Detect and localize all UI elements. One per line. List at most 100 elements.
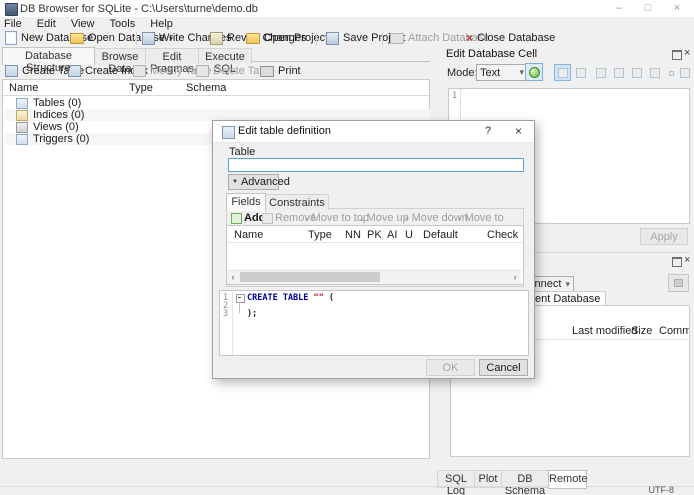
encoding-status[interactable]: UTF-8	[649, 485, 675, 495]
scrollbar-thumb[interactable]	[240, 272, 380, 282]
tab-fields[interactable]: Fields	[226, 193, 266, 211]
cell-tool-print-icon[interactable]	[676, 64, 693, 81]
dialog-help-button[interactable]: ?	[485, 125, 491, 137]
col-type[interactable]: Type	[308, 229, 332, 241]
tree-col-name[interactable]: Name	[9, 82, 38, 94]
tab-execute-sql[interactable]: Execute SQL	[198, 48, 252, 75]
move-up-button: ▴ Move up	[360, 212, 409, 224]
mode-dropdown-icon: ▾	[519, 67, 524, 77]
tree-item-tables[interactable]: Tables (0)	[6, 97, 430, 109]
tab-remote[interactable]: Remote	[548, 470, 588, 489]
tree-item-label: Triggers (0)	[33, 133, 90, 145]
modify-table-icon	[133, 65, 146, 77]
add-field-button[interactable]: Add	[231, 212, 265, 224]
mode-value: Text	[480, 66, 501, 79]
app-icon	[5, 3, 18, 16]
cell-panel-close-icon[interactable]: ×	[684, 47, 690, 59]
col-pk[interactable]: PK	[367, 229, 382, 241]
edit-table-dialog: Edit table definition ? × Table ▼ Advanc…	[212, 120, 535, 379]
print-icon	[260, 65, 274, 77]
tree-item-label: Tables (0)	[33, 97, 82, 109]
sql-preview: 1 2 3 CREATE TABLE "" ( );	[219, 290, 529, 356]
cell-tool-export-icon[interactable]	[610, 64, 627, 81]
status-bar: UTF-8	[0, 485, 694, 495]
window-title: DB Browser for SQLite - C:\Users\turne\d…	[20, 3, 258, 15]
cell-tool-fullscreen-icon[interactable]	[646, 64, 663, 81]
remote-panel-close-icon[interactable]: ×	[684, 254, 690, 266]
menu-view[interactable]: View	[65, 17, 101, 31]
print-button[interactable]: Print	[260, 63, 301, 79]
tree-header: Name Type Schema	[3, 80, 429, 96]
sql-string: ""	[313, 293, 324, 303]
indices-icon	[16, 109, 28, 121]
table-name-label: Table	[229, 146, 256, 158]
clone-database-button	[668, 274, 689, 292]
remote-col-last-modified[interactable]: Last modified	[572, 325, 637, 337]
cell-tool-save-icon[interactable]	[628, 64, 645, 81]
table-name-input[interactable]	[228, 158, 524, 172]
add-icon	[231, 212, 242, 224]
sql-keyword: CREATE TABLE	[247, 293, 309, 303]
cell-panel-float-icon[interactable]	[672, 50, 682, 60]
scroll-right-icon[interactable]: ›	[509, 271, 521, 283]
tree-item-label: Views (0)	[33, 121, 79, 133]
scroll-left-icon[interactable]: ‹	[227, 271, 239, 283]
move-up-label: Move up	[366, 212, 409, 224]
tab-edit-pragmas[interactable]: Edit Pragmas	[145, 48, 199, 75]
mode-label: Mode:	[447, 67, 478, 79]
cell-tool-import-icon[interactable]	[592, 64, 609, 81]
advanced-button[interactable]: ▼ Advanced	[228, 174, 290, 190]
col-check[interactable]: Check	[487, 229, 518, 241]
remote-col-commit[interactable]: Commit	[659, 325, 689, 337]
mode-select[interactable]: Text ▾	[476, 64, 528, 81]
dialog-title-bar[interactable]: Edit table definition ? ×	[213, 121, 534, 143]
col-u[interactable]: U	[405, 229, 413, 241]
apply-button: Apply	[640, 228, 688, 245]
menu-file[interactable]: File	[0, 17, 28, 31]
sphere-icon	[529, 67, 540, 78]
close-button[interactable]: ×	[664, 2, 690, 14]
tab-database-structure[interactable]: Database Structure	[2, 47, 95, 74]
delete-table-icon	[196, 65, 209, 77]
remote-panel-float-icon[interactable]	[672, 257, 682, 267]
cell-tool-binary-icon[interactable]	[572, 64, 589, 81]
tab-browse-data[interactable]: Browse Data	[94, 48, 146, 75]
advanced-label: Advanced	[240, 176, 290, 188]
line-number: 3	[223, 309, 229, 319]
remote-col-size[interactable]: Size	[631, 325, 652, 337]
sql-line-3: );	[247, 309, 258, 319]
new-database-icon	[5, 31, 17, 45]
menu-tools[interactable]: Tools	[104, 17, 142, 31]
menu-help[interactable]: Help	[144, 17, 179, 31]
app-window: DB Browser for SQLite - C:\Users\turne\d…	[0, 0, 694, 495]
col-default[interactable]: Default	[423, 229, 458, 241]
dialog-table-icon	[222, 126, 235, 139]
fields-hscrollbar[interactable]: ‹ ›	[227, 270, 521, 284]
dialog-close-button[interactable]: ×	[515, 124, 522, 138]
tab-constraints[interactable]: Constraints	[265, 194, 329, 210]
remove-icon	[262, 212, 273, 224]
tree-col-schema[interactable]: Schema	[186, 82, 226, 94]
col-nn[interactable]: NN	[345, 229, 361, 241]
open-project-label: Open Project	[264, 32, 329, 44]
cell-tool-text-icon[interactable]	[554, 64, 571, 81]
fields-table: Name Type NN PK AI U Default Check ‹ ›	[226, 225, 524, 285]
menu-edit[interactable]: Edit	[31, 17, 62, 31]
close-database-button[interactable]: × Close Database	[466, 30, 555, 46]
fold-marker-icon[interactable]	[236, 294, 245, 303]
col-name[interactable]: Name	[234, 229, 263, 241]
close-database-label: Close Database	[477, 32, 556, 44]
line-number: 1	[452, 91, 458, 101]
menu-bar: File Edit View Tools Help	[0, 17, 694, 30]
col-ai[interactable]: AI	[387, 229, 397, 241]
print-label: Print	[278, 65, 301, 77]
ok-button: OK	[426, 359, 475, 376]
tree-col-type[interactable]: Type	[129, 82, 153, 94]
maximize-button[interactable]: □	[635, 2, 661, 14]
toolbar-separator	[382, 31, 383, 45]
views-icon	[16, 121, 28, 133]
cancel-button[interactable]: Cancel	[479, 359, 528, 376]
cell-panel-header: Edit Database Cell ×	[443, 47, 690, 61]
auto-apply-toggle[interactable]	[525, 63, 543, 81]
minimize-button[interactable]: –	[606, 2, 632, 14]
